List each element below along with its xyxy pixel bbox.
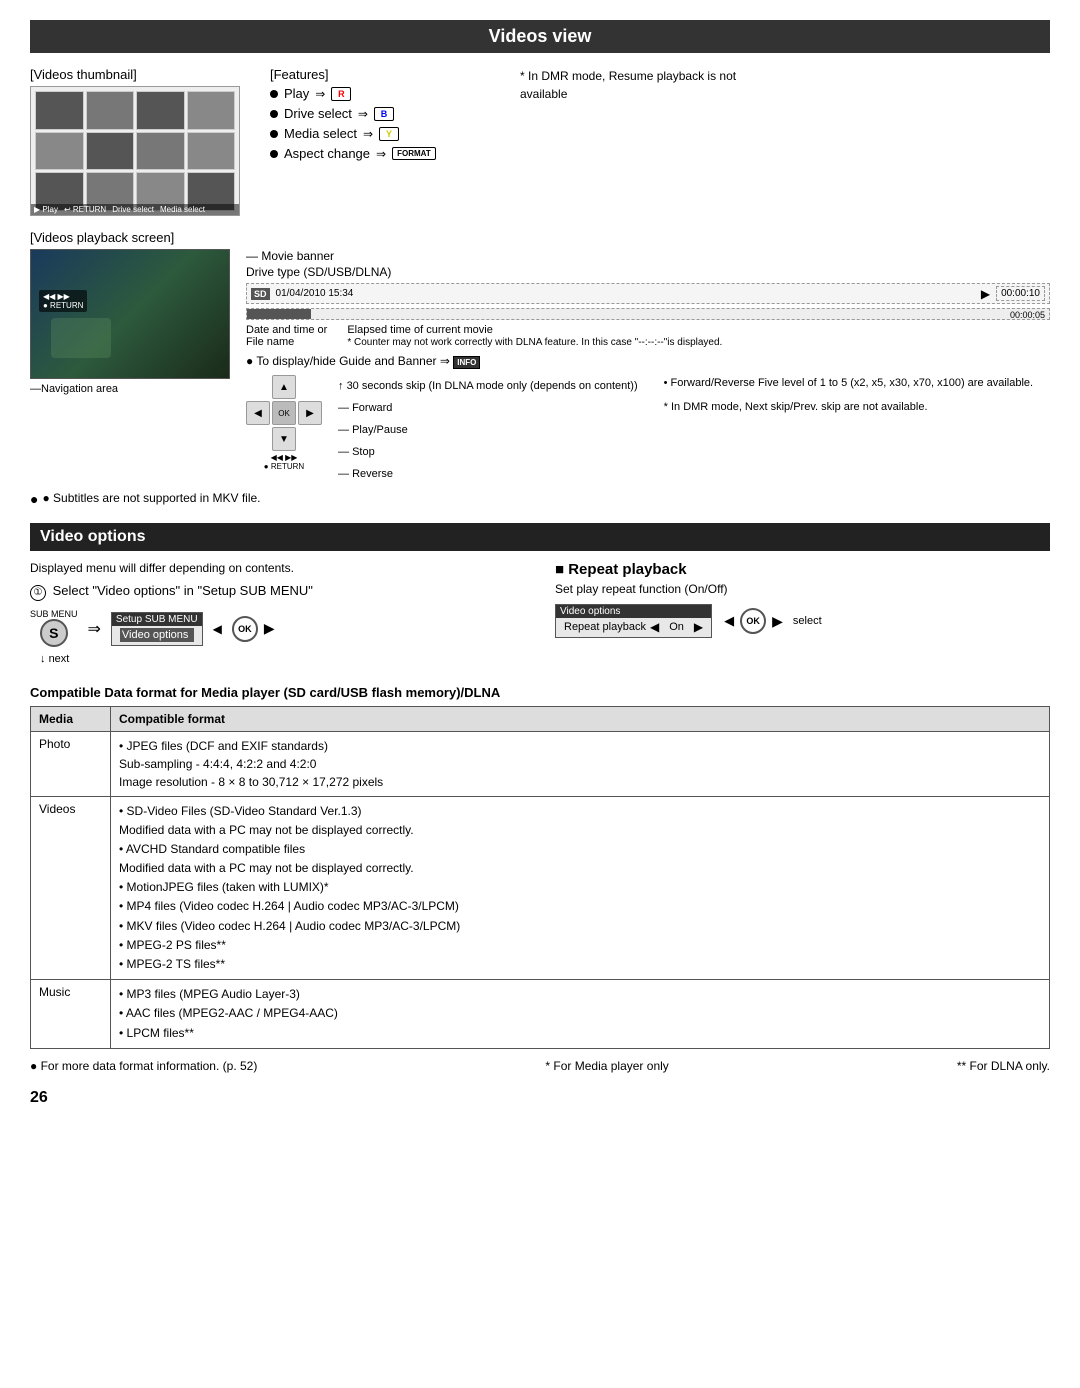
bullet-icon — [270, 90, 278, 98]
dpad-right[interactable]: ▶ — [298, 401, 322, 425]
drive-select-btn-icon: B — [374, 107, 394, 121]
info-btn-icon: INFO — [453, 356, 480, 369]
nav-labels: ↑ 30 seconds skip (In DLNA mode only (de… — [338, 375, 638, 485]
right-arrow-icon3: ▶ — [772, 613, 783, 630]
feature-aspect-change: Aspect change ⇒ FORMAT — [270, 146, 490, 161]
col-media: Media — [31, 706, 111, 731]
menu-diagram: SUB MENU S ⇒ Setup SUB MENU Video option… — [30, 609, 525, 649]
video-options-header: Video options — [30, 523, 1050, 551]
date-file-label: Date and time orFile name — [246, 324, 327, 348]
guide-note: ● To display/hide Guide and Banner ⇒ INF… — [246, 354, 1050, 369]
status-bar: SD 01/04/2010 15:34 ▶ 00:00:10 — [246, 283, 1050, 304]
dpad-ok[interactable]: OK — [272, 401, 296, 425]
dpad-left[interactable]: ◀ — [246, 401, 270, 425]
step-num-icon: ① — [30, 585, 46, 601]
video-options-box: Video options Repeat playback ◀ On ▶ — [555, 604, 712, 638]
sub-s-btn[interactable]: S — [40, 619, 68, 647]
playback-screen: ◀◀ ▶▶● RETURN — [30, 249, 230, 379]
page-title: Videos view — [30, 20, 1050, 53]
bullet-icon — [270, 110, 278, 118]
progress-bar: 00:00:05 — [246, 308, 1050, 320]
format-videos: • SD-Video Files (SD-Video Standard Ver.… — [111, 796, 1050, 980]
footer-note1: ● For more data format information. (p. … — [30, 1059, 257, 1073]
media-music: Music — [31, 980, 111, 1049]
movie-banner-label: Movie banner — [261, 249, 334, 263]
col-format: Compatible format — [111, 706, 1050, 731]
next-label: ↓ next — [40, 653, 525, 665]
bullet-icon — [270, 130, 278, 138]
format-music: • MP3 files (MPEG Audio Layer-3) • AAC f… — [111, 980, 1050, 1049]
nav-area-label: —Navigation area — [30, 383, 230, 395]
counter-note: * Counter may not work correctly with DL… — [347, 337, 722, 348]
play-indicator: ▶ — [981, 287, 990, 301]
play-btn-icon: R — [331, 87, 351, 101]
table-row: Videos • SD-Video Files (SD-Video Standa… — [31, 796, 1050, 980]
arrow-icon: ⇒ — [88, 619, 101, 639]
thumbnail-grid: ▶ Play ↩ RETURN Drive select Media selec… — [30, 86, 240, 216]
dpad: ▲ ◀ OK ▶ ▼ — [246, 375, 322, 451]
vo-step-title: ① Select "Video options" in "Setup SUB M… — [30, 583, 525, 601]
media-select-btn-icon: Y — [379, 127, 399, 141]
elapsed-label: Elapsed time of current movie * Counter … — [347, 324, 722, 348]
format-photo: • JPEG files (DCF and EXIF standards) Su… — [111, 731, 1050, 796]
elapsed-display: 00:00:05 — [1010, 310, 1045, 320]
table-row: Photo • JPEG files (DCF and EXIF standar… — [31, 731, 1050, 796]
right-arrow-icon2: ▶ — [694, 620, 703, 634]
repeat-diagram: Video options Repeat playback ◀ On ▶ ◀ O… — [555, 604, 1050, 638]
dpad-down[interactable]: ▼ — [272, 427, 296, 451]
repeat-subtitle: Set play repeat function (On/Off) — [555, 582, 1050, 596]
feature-play: Play ⇒ R — [270, 86, 490, 101]
return-overlay: ◀◀ ▶▶● RETURN — [39, 290, 87, 312]
repeat-row: Repeat playback ◀ On ▶ — [564, 620, 703, 634]
ok-button[interactable]: OK — [232, 616, 258, 642]
media-videos: Videos — [31, 796, 111, 980]
sd-badge: SD — [251, 288, 270, 300]
compat-section: Compatible Data format for Media player … — [30, 685, 1050, 1049]
subtitles-note: ● ● Subtitles are not supported in MKV f… — [30, 491, 1050, 507]
footer-note2: * For Media player only — [545, 1059, 668, 1073]
ok-btn2[interactable]: OK — [740, 608, 766, 634]
thumbnail-bottom-bar: ▶ Play ↩ RETURN Drive select Media selec… — [31, 204, 239, 215]
media-photo: Photo — [31, 731, 111, 796]
repeat-playback-title: ■ Repeat playback — [555, 561, 1050, 578]
setup-submenu-box: Setup SUB MENU Video options — [111, 612, 203, 646]
sub-menu-icon: SUB MENU S — [30, 609, 78, 649]
playback-label: [Videos playback screen] — [30, 230, 1050, 245]
dmr-note: * In DMR mode, Resume playback is not av… — [520, 67, 740, 103]
time-display: 00:00:10 — [996, 286, 1045, 301]
page-number: 26 — [30, 1089, 1050, 1107]
aspect-btn-icon: FORMAT — [392, 147, 436, 160]
video-options-menu-item[interactable]: Video options — [120, 628, 194, 642]
compat-table: Media Compatible format Photo • JPEG fil… — [30, 706, 1050, 1049]
table-row: Music • MP3 files (MPEG Audio Layer-3) •… — [31, 980, 1050, 1049]
select-label: select — [793, 615, 822, 627]
repeat-value: On — [663, 621, 690, 633]
dpad-up[interactable]: ▲ — [272, 375, 296, 399]
arrow-icon3: ◀ — [724, 613, 734, 629]
arrow-icon2: ◀ — [213, 622, 222, 636]
feature-media-select: Media select ⇒ Y — [270, 126, 490, 141]
footer-notes: ● For more data format information. (p. … — [30, 1059, 1050, 1073]
right-arrow-icon: ▶ — [264, 620, 275, 637]
feature-drive-select: Drive select ⇒ B — [270, 106, 490, 121]
date-display: 01/04/2010 15:34 — [276, 288, 354, 299]
vo-note: Displayed menu will differ depending on … — [30, 561, 525, 575]
compat-title: Compatible Data format for Media player … — [30, 685, 1050, 700]
footer-note3: ** For DLNA only. — [957, 1059, 1050, 1073]
drive-type-label: Drive type (SD/USB/DLNA) — [246, 265, 1050, 279]
left-arrow-icon: ◀ — [650, 620, 659, 634]
nav-right-notes: • Forward/Reverse Five level of 1 to 5 (… — [664, 375, 1033, 416]
features-label: [Features] — [270, 67, 490, 82]
bullet-icon — [270, 150, 278, 158]
thumbnail-label: [Videos thumbnail] — [30, 67, 250, 82]
